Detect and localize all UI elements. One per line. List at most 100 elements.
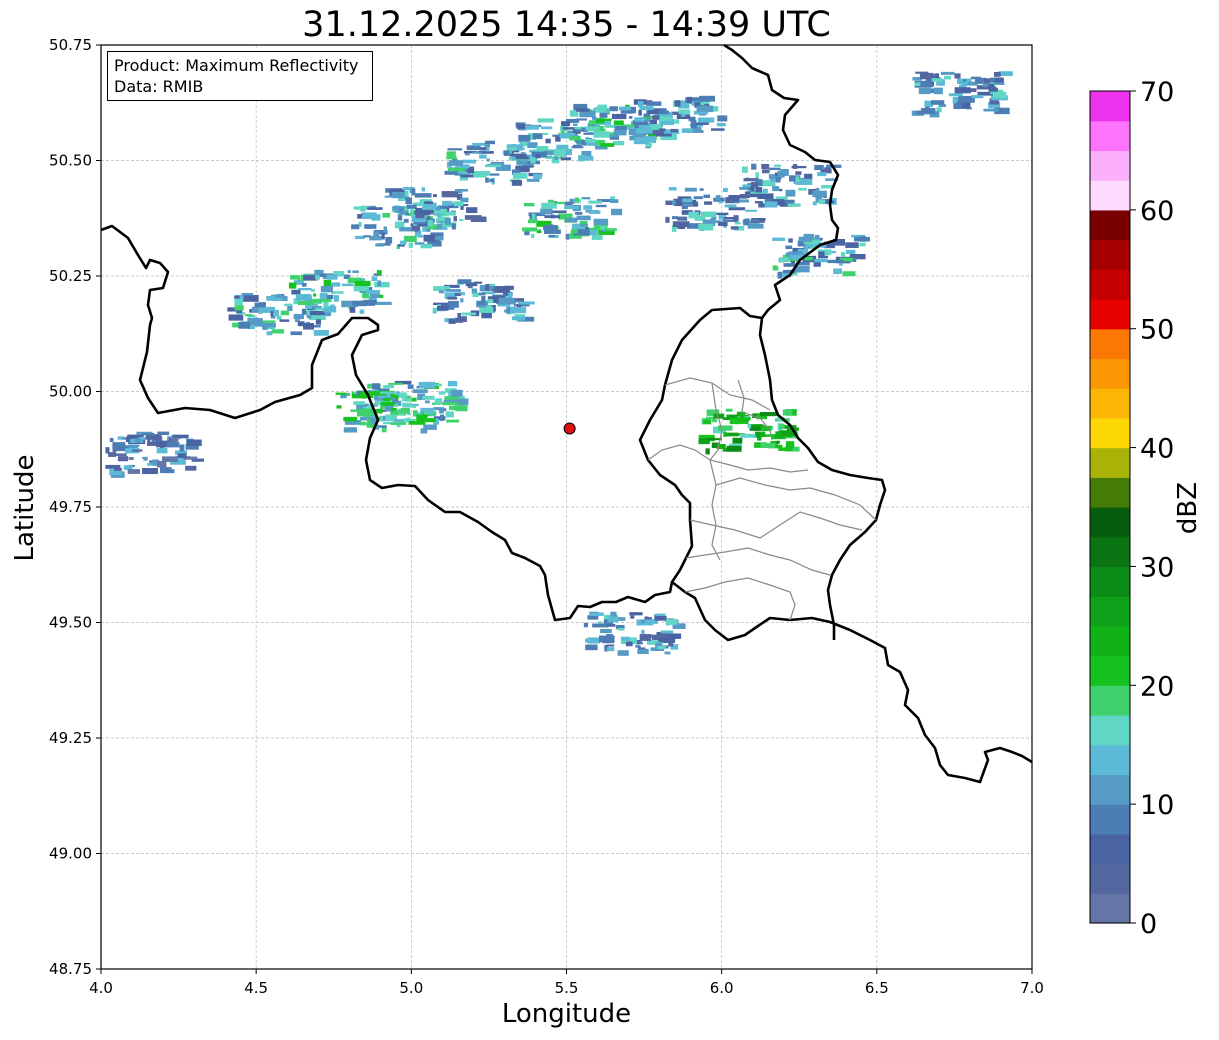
echo-pixel	[565, 233, 570, 240]
echo-pixel	[970, 76, 982, 80]
echo-pixel	[814, 234, 820, 240]
echo-pixel	[454, 188, 469, 192]
echo-pixel	[785, 441, 795, 448]
colorbar-segment	[1090, 863, 1130, 894]
echo-pixel	[408, 242, 413, 248]
echo-pixel	[457, 316, 467, 323]
y-tick-label: 50.00	[49, 383, 92, 401]
echo-pixel	[618, 106, 633, 111]
echo-pixel	[703, 419, 711, 424]
x-tick-label: 6.5	[865, 979, 889, 997]
echo-pixel	[313, 293, 317, 297]
echo-pixel	[371, 276, 378, 282]
echo-pixel	[113, 442, 126, 448]
echo-pixel	[536, 146, 549, 151]
echo-pixel	[637, 648, 649, 655]
echo-pixel	[511, 179, 522, 186]
echo-pixel	[498, 297, 516, 305]
echo-pixel	[503, 150, 510, 156]
echo-pixel	[587, 615, 599, 620]
echo-pixel	[585, 644, 598, 651]
echo-pixel	[511, 156, 516, 161]
echo-pixel	[962, 79, 967, 82]
echo-pixel	[484, 164, 502, 168]
echo-pixel	[504, 285, 514, 290]
echo-pixel	[516, 160, 528, 165]
echo-pixel	[472, 142, 485, 146]
echo-pixel	[532, 133, 543, 140]
y-tick-label: 50.50	[49, 152, 92, 170]
echo-pixel	[266, 331, 273, 336]
echo-pixel	[612, 140, 625, 146]
echo-pixel	[769, 167, 781, 170]
echo-pixel	[433, 407, 445, 411]
echo-pixel	[606, 228, 617, 232]
echo-pixel	[845, 242, 859, 248]
echo-pixel	[444, 396, 460, 400]
echo-pixel	[507, 147, 517, 150]
echo-pixel	[575, 118, 587, 121]
echo-pixel	[556, 144, 569, 150]
echo-pixel	[400, 407, 410, 414]
echo-pixel	[228, 314, 244, 321]
colorbar-segment	[1090, 417, 1130, 449]
echo-pixel	[732, 437, 743, 444]
colorbar-segment	[1090, 209, 1130, 241]
echo-pixel	[424, 400, 430, 404]
echo-pixel	[445, 411, 454, 418]
echo-pixel	[787, 203, 801, 207]
echo-pixel	[383, 385, 395, 389]
echo-pixel	[122, 437, 127, 440]
echo-pixel	[423, 412, 430, 415]
echo-pixel	[383, 226, 387, 233]
echo-pixel	[845, 249, 856, 254]
echo-pixel	[717, 115, 728, 122]
echo-pixel	[451, 223, 456, 230]
echo-pixel	[262, 326, 268, 330]
echo-pixel	[276, 315, 282, 320]
echo-pixel	[944, 75, 952, 80]
echo-pixel	[993, 91, 1007, 99]
echo-pixel	[320, 286, 334, 293]
colorbar-ticks: 0 10 20 30 40 50 60 70	[1130, 77, 1174, 940]
echo-pixel	[347, 270, 351, 274]
y-tick-label: 50.75	[49, 36, 92, 54]
echo-pixel	[336, 405, 342, 409]
echo-pixel	[814, 258, 828, 263]
echo-pixel	[640, 619, 645, 624]
echo-pixel	[422, 226, 428, 232]
echo-pixel	[653, 129, 665, 135]
echo-pixel	[290, 331, 303, 336]
echo-pixel	[303, 323, 315, 330]
echo-pixel	[698, 223, 714, 231]
echo-pixel	[591, 234, 603, 240]
echo-pixel	[421, 187, 426, 192]
echo-pixel	[420, 243, 433, 249]
echo-pixel	[442, 200, 453, 206]
echo-pixel	[540, 126, 553, 130]
x-tick-label: 4.0	[89, 979, 113, 997]
echo-pixel	[479, 154, 487, 159]
echo-pixel	[359, 421, 367, 426]
echo-pixel	[652, 115, 660, 120]
echo-pixel	[335, 392, 346, 395]
x-tick-label: 5.5	[555, 979, 579, 997]
echo-pixel	[375, 243, 385, 247]
chart-title: 31.12.2025 14:35 - 14:39 UTC	[302, 5, 831, 45]
echo-pixel	[177, 453, 187, 458]
echo-pixel	[570, 230, 576, 234]
echo-pixel	[290, 275, 298, 280]
echo-pixel	[779, 188, 783, 192]
echo-pixel	[437, 305, 449, 311]
echo-pixel	[297, 301, 314, 306]
echo-pixel	[745, 209, 758, 212]
echo-pixel	[440, 414, 445, 421]
echo-pixel	[609, 199, 619, 204]
echo-pixel	[353, 401, 365, 406]
echo-pixel	[743, 219, 750, 226]
echo-pixel	[311, 289, 315, 292]
echo-pixel	[739, 186, 750, 190]
echo-pixel	[814, 164, 824, 171]
echo-pixel	[921, 83, 934, 88]
colorbar-segment	[1090, 893, 1130, 924]
